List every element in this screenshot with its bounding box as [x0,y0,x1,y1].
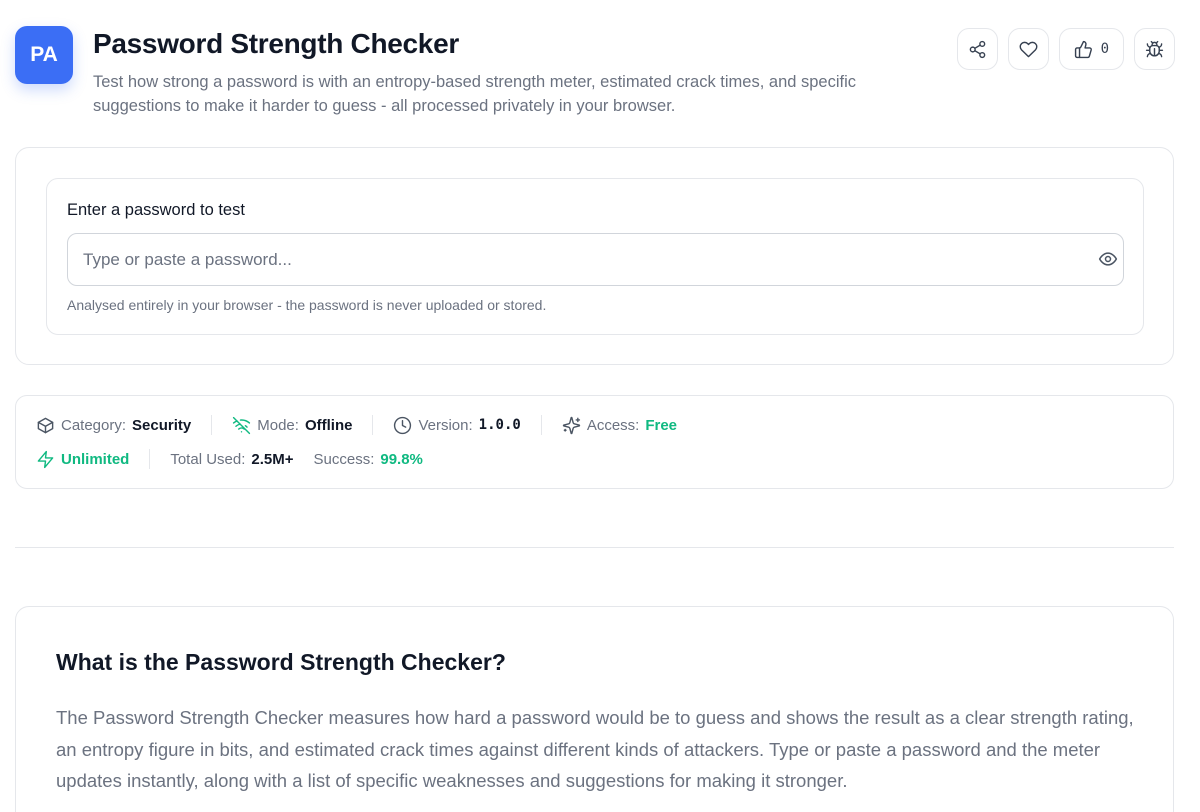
favorite-button[interactable] [1007,28,1049,70]
eye-icon[interactable] [1098,249,1118,269]
password-input-card: Enter a password to test Analysed entire… [15,147,1174,365]
meta-mode: Mode: Offline [232,416,352,435]
password-input-panel: Enter a password to test Analysed entire… [46,178,1144,335]
heart-icon [1019,41,1038,57]
tool-meta-card: Category: Security Mode: Offline Version… [15,395,1174,489]
sparkles-icon [562,416,581,434]
meta-separator [211,415,213,435]
meta-category-label: Category: [61,416,127,434]
page-title: Password Strength Checker [93,28,459,59]
meta-success: Success: 99.8% [314,451,423,468]
meta-category-value: Security [132,416,192,434]
box-icon [37,417,54,433]
meta-total-value: 2.5M+ [251,450,294,468]
report-bug-button[interactable] [1134,28,1175,70]
meta-total-label: Total Used: [170,450,246,468]
meta-unlimited-label: Unlimited [61,450,130,468]
share-button[interactable] [956,28,998,70]
page-subtitle: Test how strong a password is with an en… [93,73,857,115]
meta-total-used: Total Used: 2.5M+ [170,451,293,468]
header-actions: 0 [956,28,1175,70]
bug-icon [1145,40,1164,57]
about-card: What is the Password Strength Checker? T… [15,606,1174,812]
meta-success-value: 99.8% [380,450,423,468]
meta-mode-value: Offline [304,416,353,434]
tool-header: PA Password Strength Checker Test how st… [15,26,1175,126]
wifi-off-icon [233,416,251,434]
like-button[interactable]: 0 [1058,28,1124,70]
meta-separator [540,415,542,435]
like-count: 0 [1100,41,1109,57]
meta-success-label: Success: [313,450,375,468]
meta-row: Category: Security Mode: Offline Version… [36,415,677,435]
thumbs-up-icon [1074,40,1092,58]
meta-version: Version: 1.0.0 [393,416,521,435]
meta-separator [149,449,151,469]
meta-category: Category: Security [36,416,191,435]
meta-access: Access: Free [562,416,677,435]
password-field-label: Enter a password to test [67,201,245,219]
meta-row: Unlimited Total Used: 2.5M+ Success: 99.… [36,449,423,469]
tool-logo: PA [15,26,73,84]
zap-icon [37,450,54,468]
meta-mode-label: Mode: [257,416,299,434]
meta-version-value: 1.0.0 [478,417,521,433]
meta-version-label: Version: [418,416,473,434]
clock-icon [394,416,412,434]
meta-separator [372,415,374,435]
about-body: The Password Strength Checker measures h… [56,707,1134,791]
share-icon [969,40,985,58]
meta-access-label: Access: [586,416,640,434]
password-input[interactable] [67,233,1124,286]
about-title: What is the Password Strength Checker? [56,649,506,675]
privacy-hint: Analysed entirely in your browser - the … [67,297,547,313]
meta-unlimited: Unlimited [36,450,129,469]
section-divider [15,547,1174,548]
meta-access-value: Free [645,416,678,434]
